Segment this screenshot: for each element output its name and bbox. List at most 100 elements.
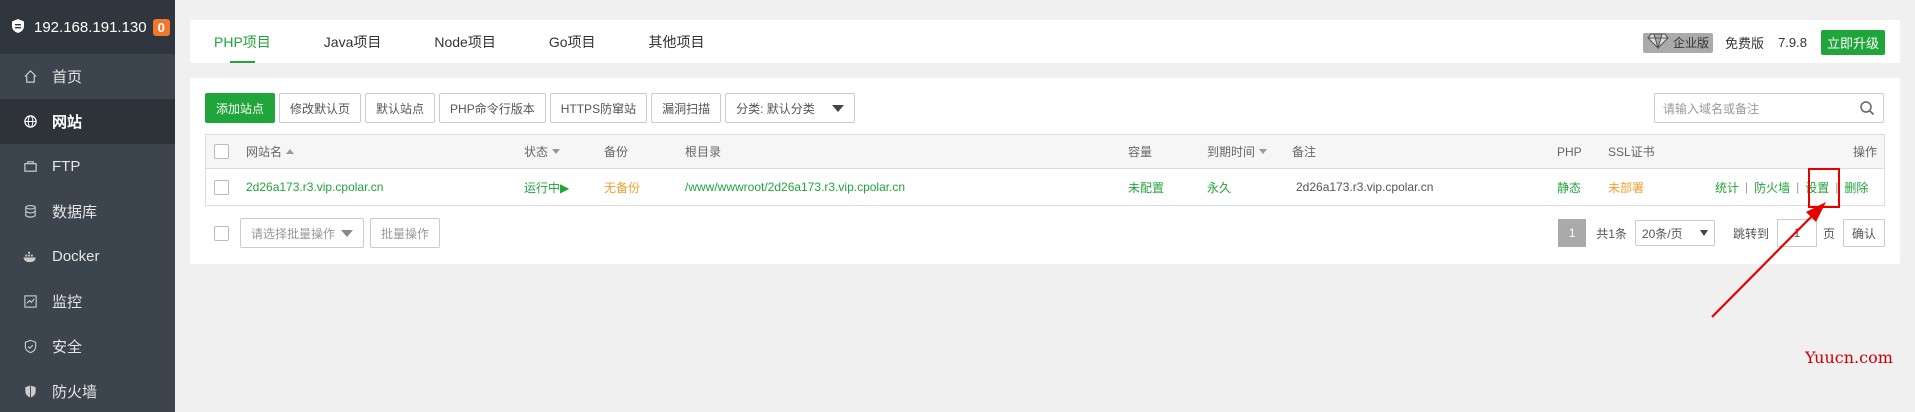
col-root: 根目录 xyxy=(685,145,722,159)
footer-select-cell xyxy=(214,216,229,250)
sidebar-item-label: 安全 xyxy=(52,339,83,356)
tab-php[interactable]: PHP项目 xyxy=(214,20,271,63)
col-ops: 操作 xyxy=(1853,145,1878,159)
sidebar-item-label: Docker xyxy=(52,248,100,265)
col-php: PHP xyxy=(1557,144,1582,159)
batch-op-button[interactable]: 批量操作 xyxy=(370,218,441,248)
docker-icon xyxy=(22,249,38,265)
table-header: 网站名 状态 备份 根目录 容量 到期时间 备注 PHP SSL证书 操作 xyxy=(206,135,1884,169)
enterprise-label: 企业版 xyxy=(1673,36,1710,50)
sort-desc-icon xyxy=(552,149,561,154)
total-count: 共1条 xyxy=(1596,226,1627,241)
default-site-button[interactable]: 默认站点 xyxy=(365,93,436,123)
ftp-icon xyxy=(22,159,38,175)
firewall-icon xyxy=(22,384,38,400)
tab-java[interactable]: Java项目 xyxy=(324,20,382,63)
sort-asc-icon xyxy=(286,149,295,154)
sort-desc-icon xyxy=(1259,149,1268,154)
search-placeholder: 请输入域名或备注 xyxy=(1663,101,1760,116)
https-guard-button[interactable]: HTTPS防窜站 xyxy=(549,93,648,123)
expire-link[interactable]: 永久 xyxy=(1207,169,1231,205)
capacity-link[interactable]: 未配置 xyxy=(1128,169,1164,205)
server-icon xyxy=(10,18,26,37)
monitor-icon xyxy=(22,294,38,310)
chevron-down-icon xyxy=(341,229,353,237)
search-input[interactable]: 请输入域名或备注 xyxy=(1654,93,1884,123)
version-label: 7.9.8 xyxy=(1778,35,1807,50)
diamond-icon xyxy=(1647,33,1669,52)
root-dir-link[interactable]: /www/wwwroot/2d26a173.r3.vip.cpolar.cn xyxy=(685,169,905,205)
col-ssl: SSL证书 xyxy=(1608,145,1655,159)
vuln-scan-button[interactable]: 漏洞扫描 xyxy=(651,93,722,123)
sidebar-item-home[interactable]: 首页 xyxy=(0,54,175,99)
sidebar-item-label: 数据库 xyxy=(52,204,98,221)
select-all-checkbox[interactable] xyxy=(214,144,229,159)
add-site-button[interactable]: 添加站点 xyxy=(205,93,276,123)
server-header: 192.168.191.130 0 xyxy=(0,0,175,54)
category-select-value: 分类: 默认分类 xyxy=(736,101,815,116)
database-icon xyxy=(22,204,38,220)
search-icon[interactable] xyxy=(1859,100,1875,119)
notification-badge[interactable]: 0 xyxy=(152,18,170,36)
page-number-current[interactable]: 1 xyxy=(1558,219,1587,247)
sidebar: 192.168.191.130 0 首页 网站 FTP 数据库 Docker 监… xyxy=(0,0,175,412)
select-all-cell xyxy=(214,135,229,168)
sidebar-item-label: 首页 xyxy=(52,69,83,86)
sidebar-item-database[interactable]: 数据库 xyxy=(0,189,175,234)
chevron-down-icon xyxy=(832,104,845,112)
col-status-label: 状态 xyxy=(524,145,549,159)
sidebar-item-label: 防火墙 xyxy=(52,384,98,401)
tab-other[interactable]: 其他项目 xyxy=(649,20,705,63)
col-expire-label: 到期时间 xyxy=(1207,145,1256,159)
home-icon xyxy=(22,69,38,85)
batch-op-placeholder: 请选择批量操作 xyxy=(251,226,336,241)
server-ip: 192.168.191.130 xyxy=(34,18,147,36)
note-field[interactable]: 2d26a173.r3.vip.cpolar.cn xyxy=(1296,169,1433,205)
sidebar-item-website[interactable]: 网站 xyxy=(0,99,175,144)
sidebar-item-ftp[interactable]: FTP xyxy=(0,144,175,189)
project-tabs: PHP项目 Java项目 Node项目 Go项目 其他项目 企业版 免费版 7.… xyxy=(190,20,1900,63)
batch-op-select[interactable]: 请选择批量操作 xyxy=(240,218,364,248)
sidebar-item-label: 监控 xyxy=(52,294,83,311)
row-checkbox[interactable] xyxy=(214,179,229,195)
edit-default-page-button[interactable]: 修改默认页 xyxy=(279,93,362,123)
php-version-link[interactable]: 静态 xyxy=(1557,169,1581,205)
sidebar-item-label: FTP xyxy=(52,158,81,175)
enterprise-badge[interactable]: 企业版 xyxy=(1643,32,1714,53)
backup-link[interactable]: 无备份 xyxy=(604,169,640,205)
table-row: 2d26a173.r3.vip.cpolar.cn 运行中▶ 无备份 /www/… xyxy=(206,169,1884,205)
site-name-link[interactable]: 2d26a173.r3.vip.cpolar.cn xyxy=(246,169,383,205)
ssl-link[interactable]: 未部署 xyxy=(1608,169,1644,205)
php-cli-version-button[interactable]: PHP命令行版本 xyxy=(439,93,546,123)
footer-checkbox[interactable] xyxy=(214,225,229,241)
page-size-value: 20条/页 xyxy=(1641,226,1683,241)
watermark: Yuucn.com xyxy=(1805,348,1893,367)
edition-info: 企业版 免费版 7.9.8 立即升级 xyxy=(1643,30,1885,55)
sidebar-item-monitor[interactable]: 监控 xyxy=(0,279,175,324)
delete-link[interactable]: 删除 xyxy=(1844,179,1868,196)
col-name-label: 网站名 xyxy=(246,145,283,159)
jump-confirm-button[interactable]: 确认 xyxy=(1842,219,1885,247)
sidebar-item-security[interactable]: 安全 xyxy=(0,324,175,369)
tab-node[interactable]: Node项目 xyxy=(434,20,495,63)
col-status[interactable]: 状态 xyxy=(524,135,561,168)
free-edition-label: 免费版 xyxy=(1725,36,1765,51)
status-toggle[interactable]: 运行中▶ xyxy=(524,169,569,205)
sidebar-item-docker[interactable]: Docker xyxy=(0,234,175,279)
toolbar: 添加站点 修改默认页 默认站点 PHP命令行版本 HTTPS防窜站 漏洞扫描 分… xyxy=(205,93,859,123)
site-panel: 添加站点 修改默认页 默认站点 PHP命令行版本 HTTPS防窜站 漏洞扫描 分… xyxy=(190,78,1900,264)
sidebar-item-firewall[interactable]: 防火墙 xyxy=(0,369,175,412)
category-select[interactable]: 分类: 默认分类 xyxy=(725,93,856,123)
site-table: 网站名 状态 备份 根目录 容量 到期时间 备注 PHP SSL证书 操作 2d… xyxy=(205,134,1885,206)
col-name[interactable]: 网站名 xyxy=(246,135,295,168)
table-footer: 请选择批量操作 批量操作 1 共1条 20条/页 跳转到 1 页 确认 xyxy=(205,216,1885,250)
pointer-arrow-icon xyxy=(1711,202,1826,318)
shield-icon xyxy=(22,339,38,355)
col-expire[interactable]: 到期时间 xyxy=(1207,135,1268,168)
upgrade-button[interactable]: 立即升级 xyxy=(1820,30,1885,55)
col-capacity: 容量 xyxy=(1128,145,1153,159)
tab-go[interactable]: Go项目 xyxy=(549,20,596,63)
col-backup: 备份 xyxy=(604,145,629,159)
row-select-cell xyxy=(214,169,229,205)
col-note: 备注 xyxy=(1292,145,1317,159)
